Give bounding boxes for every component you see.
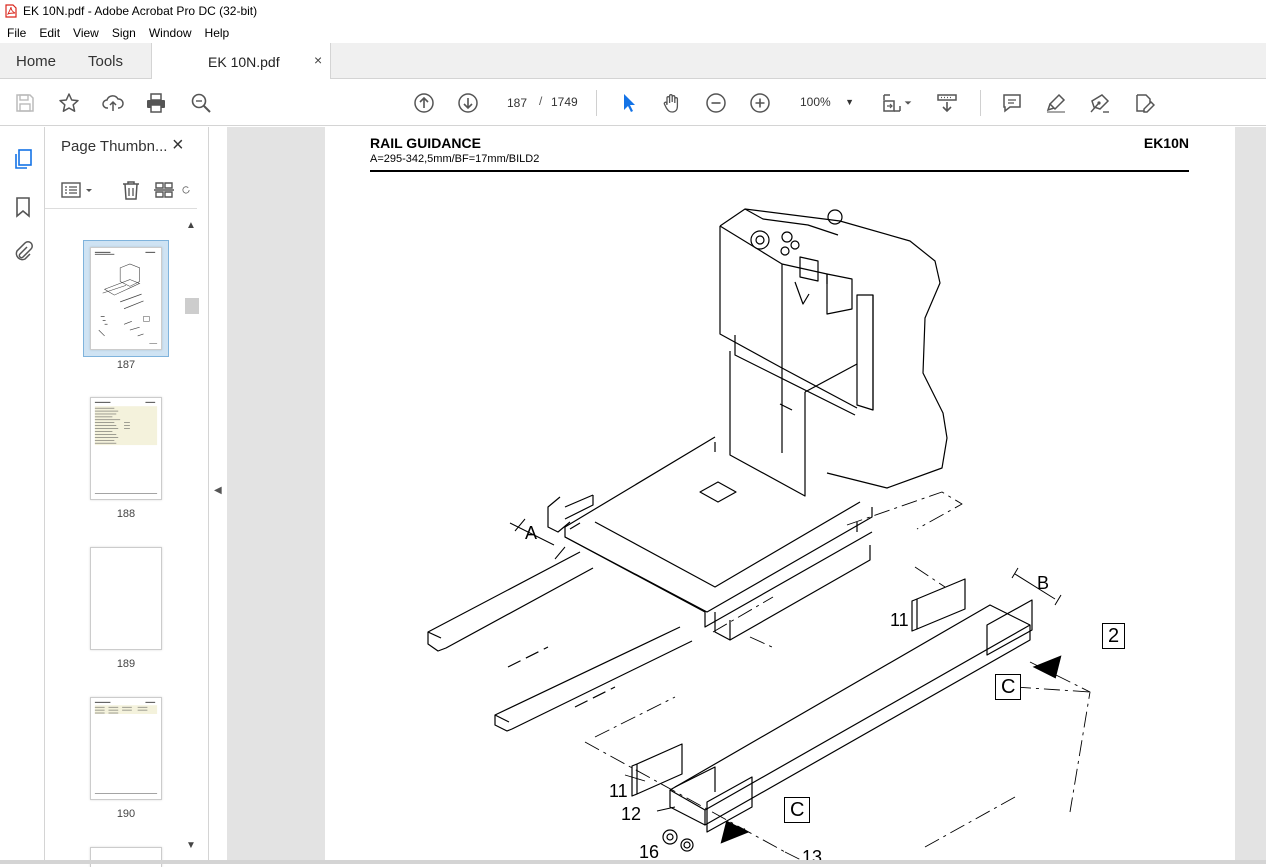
callout-11-upper: 11	[890, 610, 909, 630]
toolbar-divider	[596, 90, 597, 116]
document-scrollbar[interactable]	[1235, 127, 1266, 860]
fit-page-icon[interactable]	[880, 91, 904, 115]
page-number-input[interactable]: 187	[497, 90, 537, 115]
window-title: EK 10N.pdf - Adobe Acrobat Pro DC (32-bi…	[23, 4, 258, 18]
thumbnail-page-189[interactable]	[90, 547, 162, 650]
total-pages: 1749	[551, 95, 578, 109]
chevron-down-icon: ▼	[845, 97, 854, 107]
save-icon[interactable]	[13, 91, 37, 115]
callout-box-2: 2	[1102, 623, 1126, 649]
select-arrow-icon[interactable]	[616, 91, 640, 115]
menu-edit[interactable]: Edit	[32, 26, 66, 40]
extract-pages-icon[interactable]	[153, 179, 175, 201]
menu-sign[interactable]: Sign	[105, 26, 142, 40]
tab-bar: Home Tools EK 10N.pdf ×	[0, 43, 1266, 79]
panel-title: Page Thumbn...	[61, 138, 168, 155]
callout-b: B	[1037, 573, 1050, 593]
navigation-rail	[0, 127, 45, 864]
callout-box-c-lower: C	[784, 797, 811, 823]
callout-a: A	[525, 523, 538, 543]
scroll-mode-icon[interactable]	[935, 91, 959, 115]
thumbnail-options-icon[interactable]	[60, 179, 94, 201]
zoom-value: 100%	[800, 95, 831, 109]
zoom-out-icon[interactable]	[704, 91, 728, 115]
document-view[interactable]: RAIL GUIDANCE A=295-342,5mm/BF=17mm/BILD…	[227, 127, 1266, 860]
pdf-page: RAIL GUIDANCE A=295-342,5mm/BF=17mm/BILD…	[325, 127, 1236, 860]
comment-icon[interactable]	[1000, 91, 1024, 115]
callout-16: 16	[639, 842, 660, 860]
menu-file[interactable]: File	[0, 26, 32, 40]
thumbnail-label-189: 189	[116, 658, 136, 670]
tab-home[interactable]: Home	[16, 53, 56, 70]
thumbnail-scrollbar[interactable]: ▲ ▼	[185, 220, 199, 860]
sign-icon[interactable]	[1088, 91, 1112, 115]
callout-12: 12	[621, 804, 642, 824]
title-bar: EK 10N.pdf - Adobe Acrobat Pro DC (32-bi…	[0, 0, 1266, 22]
close-panel-icon[interactable]: ×	[172, 134, 184, 157]
thumbnail-page-190[interactable]	[90, 697, 162, 800]
attachment-icon[interactable]	[11, 240, 35, 264]
menu-bar: File Edit View Sign Window Help	[0, 22, 1266, 43]
rail-guidance-drawing	[427, 208, 1091, 860]
panel-splitter[interactable]: ◀	[208, 127, 226, 864]
thumbnail-page-188[interactable]	[90, 397, 162, 500]
tab-document[interactable]: EK 10N.pdf ×	[151, 43, 331, 79]
thumbnail-label-187: 187	[116, 359, 136, 371]
panel-toolbar	[45, 171, 197, 209]
tab-document-label: EK 10N.pdf	[208, 54, 280, 70]
toolbar-divider	[980, 90, 981, 116]
edit-icon[interactable]	[1132, 91, 1156, 115]
acrobat-icon	[5, 4, 17, 18]
page-thumbnails-icon[interactable]	[11, 147, 35, 171]
next-page-icon[interactable]	[456, 91, 480, 115]
callout-13: 13	[802, 847, 823, 860]
rotate-page-icon[interactable]	[181, 179, 191, 201]
hand-icon[interactable]	[660, 91, 684, 115]
close-tab-icon[interactable]: ×	[314, 52, 322, 68]
callout-11-lower: 11	[609, 781, 628, 801]
callout-box-c-upper: C	[995, 674, 1022, 700]
thumbnail-label-188: 188	[116, 508, 136, 520]
delete-page-icon[interactable]	[120, 179, 142, 201]
zoom-in-icon[interactable]	[748, 91, 772, 115]
bookmark-icon[interactable]	[11, 195, 35, 219]
previous-page-icon[interactable]	[412, 91, 436, 115]
thumbnail-page-next[interactable]	[90, 847, 162, 867]
star-icon[interactable]	[57, 91, 81, 115]
zoom-select[interactable]: 100% ▼	[792, 90, 858, 115]
menu-view[interactable]: View	[66, 26, 105, 40]
page-separator: /	[539, 94, 543, 108]
highlight-icon[interactable]	[1044, 91, 1068, 115]
menu-help[interactable]: Help	[198, 26, 236, 40]
thumbnail-page-187[interactable]	[90, 247, 162, 350]
fit-page-menu-icon[interactable]	[902, 91, 914, 115]
print-icon[interactable]	[144, 91, 168, 115]
zoom-search-icon[interactable]	[189, 91, 213, 115]
scroll-thumb[interactable]	[185, 298, 199, 314]
upload-icon[interactable]	[101, 91, 125, 115]
toolbar: 187 / 1749 100% ▼	[0, 80, 1266, 126]
thumbnails-panel: Page Thumbn... × ▲ ▼ 187 188 189 190	[45, 127, 208, 867]
thumbnail-label-190: 190	[116, 808, 136, 820]
scroll-down-icon[interactable]: ▼	[186, 840, 196, 851]
collapse-panel-icon[interactable]: ◀	[214, 485, 222, 496]
menu-window[interactable]: Window	[142, 26, 198, 40]
scroll-up-icon[interactable]: ▲	[186, 220, 196, 231]
tab-tools[interactable]: Tools	[88, 53, 123, 70]
bottom-edge	[0, 860, 1266, 864]
